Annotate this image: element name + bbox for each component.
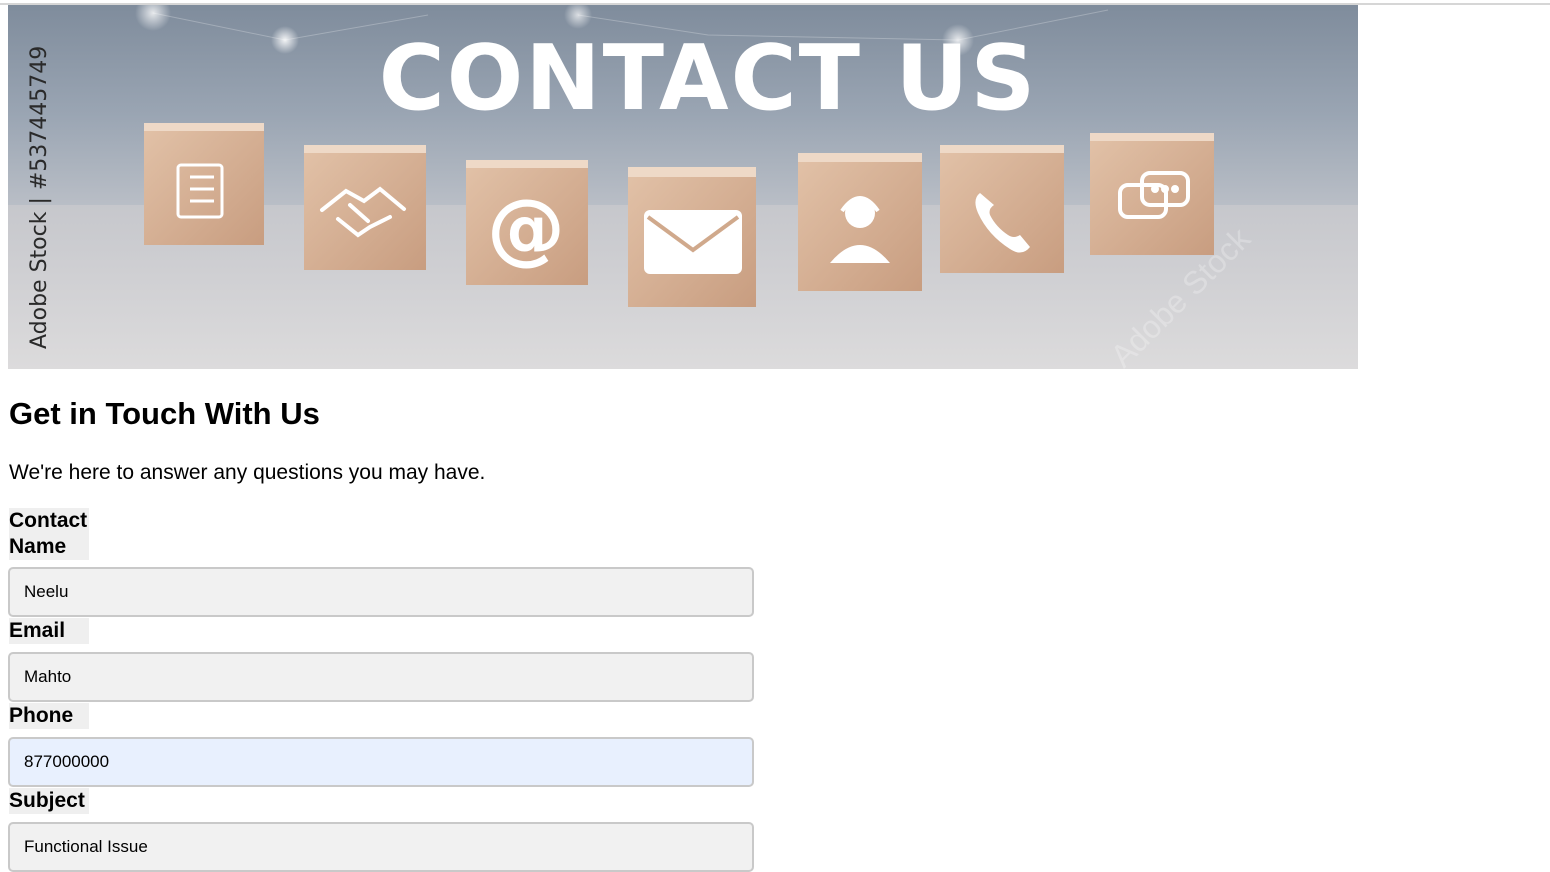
page-title: Get in Touch With Us <box>9 396 320 431</box>
phone-input[interactable] <box>8 737 754 787</box>
email-label: Email <box>9 618 89 644</box>
contact-name-input[interactable] <box>8 567 754 617</box>
banner-title: CONTACT US <box>379 26 1038 131</box>
stock-watermark: Adobe Stock | #537445749 <box>27 46 52 349</box>
envelope-icon <box>644 210 742 274</box>
contact-name-label: Contact Name <box>9 508 89 560</box>
email-input[interactable] <box>8 652 754 702</box>
contact-banner-image: @ Adobe Stock CONTACT US Adobe Stock | #… <box>8 5 1358 369</box>
cube-chat <box>1090 133 1214 255</box>
at-sign-icon: @ <box>487 184 565 274</box>
cube-checklist <box>144 123 264 245</box>
page-intro: We're here to answer any questions you m… <box>9 461 486 484</box>
phone-label: Phone <box>9 703 89 729</box>
subject-input[interactable] <box>8 822 754 872</box>
subject-label: Subject <box>9 788 89 814</box>
cube-phone <box>940 145 1064 273</box>
